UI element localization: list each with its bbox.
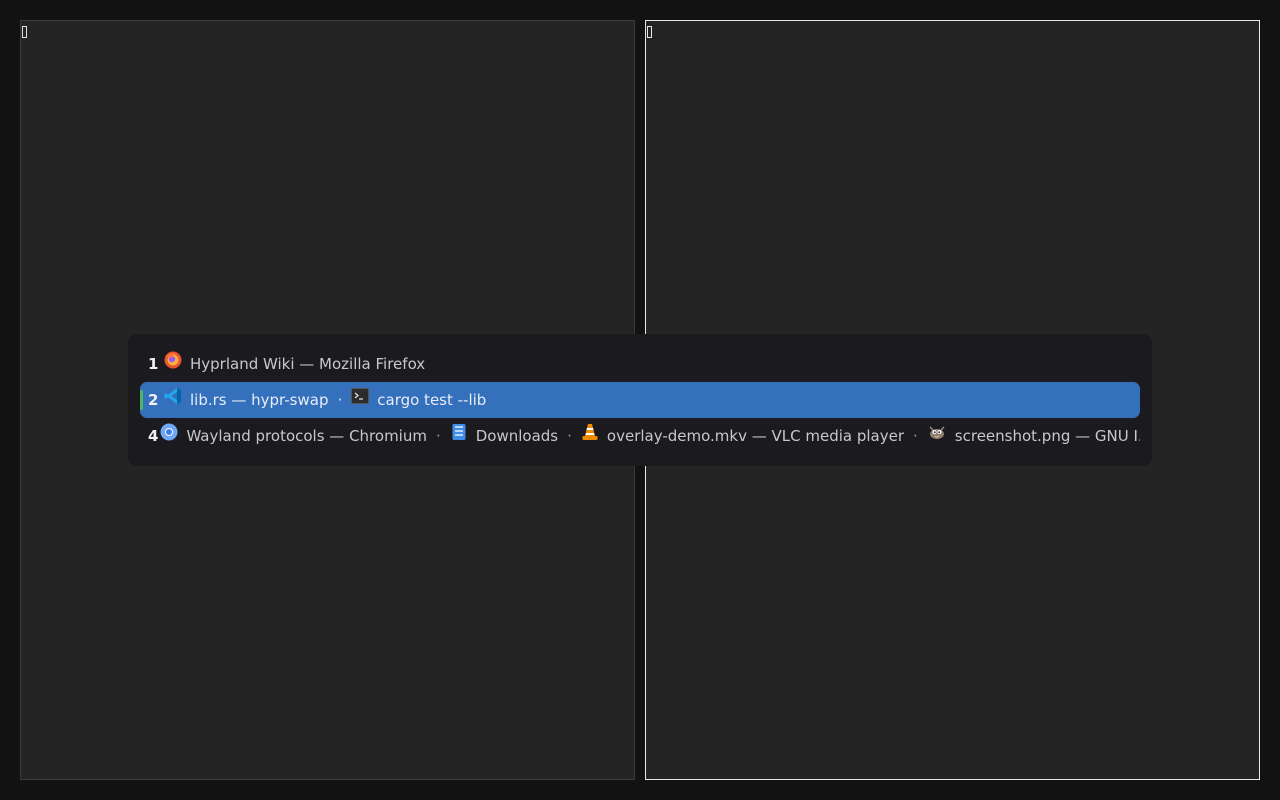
window-separator: · [913,427,918,445]
desktop: 1 Hyprland Wiki — Mozilla Firefox 2 lib.… [0,0,1280,800]
text-cursor-icon [22,26,27,38]
window-entry[interactable]: cargo test --lib [351,388,487,409]
workspace-row-4[interactable]: 4 Wayland protocols — Chromium · Downloa… [140,418,1140,454]
terminal-icon [351,387,370,405]
window-title: overlay-demo.mkv — VLC media player [606,427,905,445]
window-separator: · [567,427,572,445]
window-entry[interactable]: lib.rs — hypr-swap [164,388,329,409]
vlc-icon [581,423,599,441]
window-entry[interactable]: Hyprland Wiki — Mozilla Firefox [164,351,426,373]
workspace-number: 4 [148,427,159,445]
window-separator: · [337,391,343,409]
window-title: lib.rs — hypr-swap [190,391,329,409]
window-title: screenshot.png — GNU I... [954,427,1140,445]
workspace-row-2[interactable]: 2 lib.rs — hypr-swap · cargo test --lib [140,382,1140,418]
window-entry[interactable]: overlay-demo.mkv — VLC media player [581,424,905,445]
window-entry[interactable]: screenshot.png — GNU I... [927,426,1140,445]
text-cursor-icon [647,26,652,38]
vscode-icon [164,387,182,405]
window-entry[interactable]: Wayland protocols — Chromium [160,423,427,445]
window-entry[interactable]: Downloads [450,424,559,445]
window-title: Hyprland Wiki — Mozilla Firefox [190,355,426,373]
window-separator: · [435,427,441,445]
firefox-icon [164,351,182,369]
window-title: Downloads [475,427,559,445]
workspace-number: 2 [148,391,159,409]
file-manager-icon [450,423,468,441]
chromium-icon [160,423,178,441]
window-title: cargo test --lib [377,391,487,409]
workspace-row-1[interactable]: 1 Hyprland Wiki — Mozilla Firefox [140,346,1140,382]
gimp-icon [927,423,947,441]
workspace-switcher-overlay: 1 Hyprland Wiki — Mozilla Firefox 2 lib.… [128,334,1152,466]
window-title: Wayland protocols — Chromium [186,427,427,445]
workspace-number: 1 [148,355,159,373]
